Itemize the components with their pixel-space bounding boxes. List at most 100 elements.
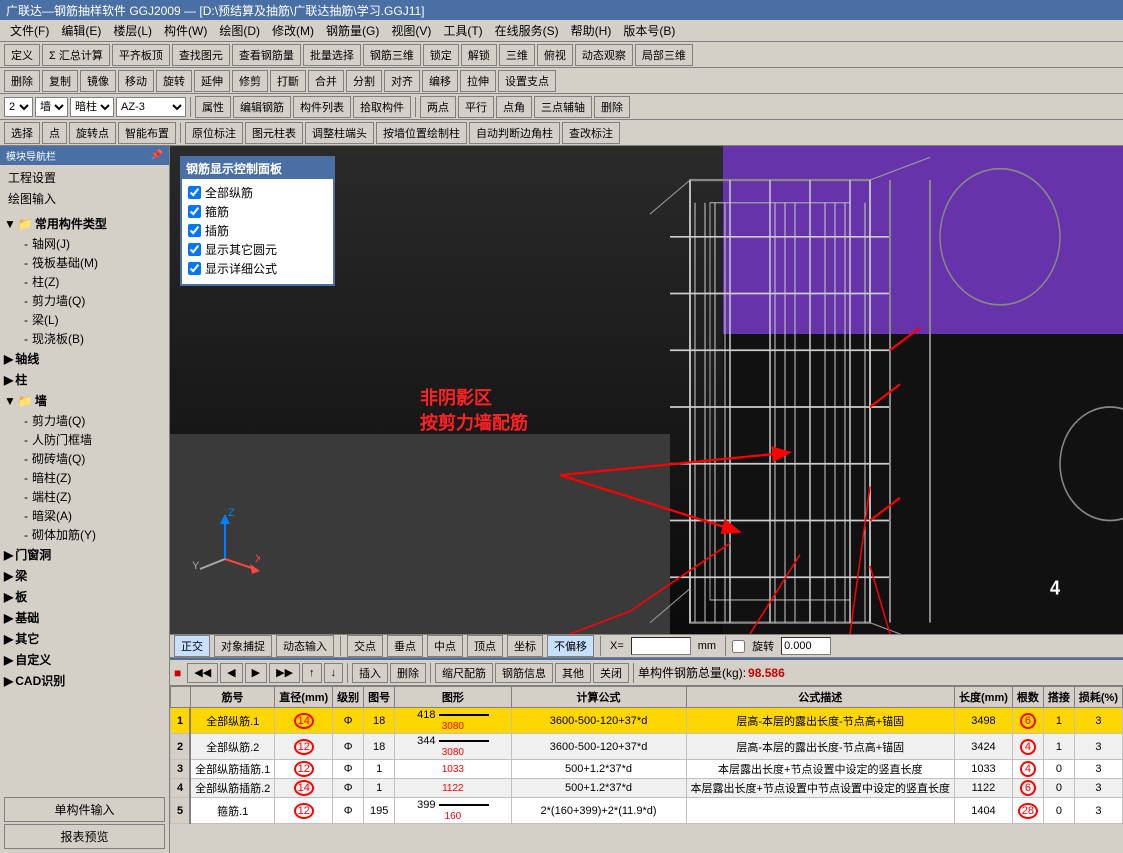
btn-properties[interactable]: 属性 bbox=[195, 96, 231, 118]
nav-end-col[interactable]: -端柱(Z) bbox=[20, 487, 165, 506]
menu-help[interactable]: 帮助(H) bbox=[565, 20, 618, 41]
check-all-longitudinal[interactable]: 全部纵筋 bbox=[188, 183, 327, 202]
btn-unlock[interactable]: 解锁 bbox=[461, 44, 497, 66]
btn-smart-place[interactable]: 智能布置 bbox=[118, 122, 176, 144]
nav-wall-header[interactable]: ▼ 📁 墙 bbox=[4, 390, 165, 411]
menu-tools[interactable]: 工具(T) bbox=[437, 20, 488, 41]
btn-stretch[interactable]: 拉伸 bbox=[460, 70, 496, 92]
btn-component-list[interactable]: 构件列表 bbox=[293, 96, 351, 118]
btn-single-component[interactable]: 单构件输入 bbox=[4, 797, 165, 822]
nav-beam-group[interactable]: ▶梁 bbox=[4, 565, 165, 586]
btn-snap[interactable]: 对象捕捉 bbox=[214, 635, 272, 657]
btn-merge[interactable]: 合并 bbox=[308, 70, 344, 92]
table-row[interactable]: 1全部纵筋.114Φ1841830803600-500-120+37*d层高-本… bbox=[171, 708, 1123, 734]
btn-close[interactable]: 关闭 bbox=[593, 663, 629, 683]
btn-midpoint[interactable]: 中点 bbox=[427, 635, 463, 657]
btn-define[interactable]: 定义 bbox=[4, 44, 40, 66]
btn-extend[interactable]: 延伸 bbox=[194, 70, 230, 92]
menu-rebar-qty[interactable]: 钢筋量(G) bbox=[320, 20, 385, 41]
btn-select[interactable]: 选择 bbox=[4, 122, 40, 144]
btn-delete[interactable]: 删除 bbox=[4, 70, 40, 92]
check-detailed-formula[interactable]: 显示详细公式 bbox=[188, 259, 327, 278]
menu-view[interactable]: 视图(V) bbox=[385, 20, 437, 41]
btn-no-offset[interactable]: 不偏移 bbox=[547, 635, 594, 657]
viewport[interactable]: 4 非阴影区 按剪力墙配筋 bbox=[170, 146, 1123, 634]
x-input[interactable] bbox=[631, 637, 691, 655]
nav-axis[interactable]: -轴网(J) bbox=[20, 234, 165, 253]
btn-down[interactable]: ↓ bbox=[324, 663, 344, 683]
btn-del-axis[interactable]: 删除 bbox=[594, 96, 630, 118]
check-insert-rebar[interactable]: 插筋 bbox=[188, 221, 327, 240]
btn-pick-component[interactable]: 拾取构件 bbox=[353, 96, 411, 118]
btn-dynamic-view[interactable]: 动态观察 bbox=[575, 44, 633, 66]
floor-select[interactable]: 213 bbox=[4, 97, 33, 117]
btn-3d[interactable]: 三维 bbox=[499, 44, 535, 66]
nav-pin-btn[interactable]: 📌 bbox=[151, 150, 163, 161]
btn-calculate[interactable]: Σ 汇总计算 bbox=[42, 44, 110, 66]
btn-dynamic-input[interactable]: 动态输入 bbox=[276, 635, 334, 657]
btn-rebar-info[interactable]: 钢筋信息 bbox=[495, 663, 553, 683]
btn-column-table[interactable]: 图元柱表 bbox=[245, 122, 303, 144]
btn-lock[interactable]: 锁定 bbox=[423, 44, 459, 66]
btn-original-mark[interactable]: 原位标注 bbox=[185, 122, 243, 144]
nav-draw-input[interactable]: 绘图输入 bbox=[4, 188, 165, 209]
nav-slab-group[interactable]: ▶板 bbox=[4, 586, 165, 607]
rotate-input[interactable] bbox=[781, 637, 831, 655]
nav-col-group[interactable]: ▶柱 bbox=[4, 369, 165, 390]
btn-next[interactable]: ▶ bbox=[245, 663, 267, 683]
table-row[interactable]: 5箍筋.112Φ1953991602*(160+399)+2*(11.9*d)1… bbox=[171, 798, 1123, 824]
nav-axis-group[interactable]: ▶轴线 bbox=[4, 348, 165, 369]
nav-masonry-rebar[interactable]: -砌体加筋(Y) bbox=[20, 525, 165, 544]
btn-set-pivot[interactable]: 设置支点 bbox=[498, 70, 556, 92]
btn-parallel[interactable]: 平行 bbox=[458, 96, 494, 118]
menu-component[interactable]: 构件(W) bbox=[158, 20, 213, 41]
btn-batch-select[interactable]: 批量选择 bbox=[303, 44, 361, 66]
btn-point-draw[interactable]: 点 bbox=[42, 122, 67, 144]
btn-view-rebar[interactable]: 查看钢筋量 bbox=[232, 44, 301, 66]
nav-cad-group[interactable]: ▶CAD识别 bbox=[4, 670, 165, 691]
rotate-checkbox[interactable] bbox=[732, 640, 745, 653]
nav-raft[interactable]: -筏板基础(M) bbox=[20, 253, 165, 272]
wall-type-select[interactable]: 墙 bbox=[35, 97, 68, 117]
btn-rotate-point[interactable]: 旋转点 bbox=[69, 122, 116, 144]
table-row[interactable]: 4全部纵筋插筋.214Φ11122500+1.2*37*d本层露出长度+节点设置… bbox=[171, 779, 1123, 798]
btn-last[interactable]: ▶▶ bbox=[269, 663, 300, 683]
btn-report-preview[interactable]: 报表预览 bbox=[4, 824, 165, 849]
btn-auto-column[interactable]: 按墙位置绘制柱 bbox=[376, 122, 467, 144]
btn-prev[interactable]: ◀ bbox=[220, 663, 242, 683]
nav-project-settings[interactable]: 工程设置 bbox=[4, 167, 165, 188]
btn-coordinate[interactable]: 坐标 bbox=[507, 635, 543, 657]
az-select[interactable]: AZ-3 bbox=[116, 97, 186, 117]
btn-scale-rebar[interactable]: 缩尺配筋 bbox=[435, 663, 493, 683]
menu-online[interactable]: 在线服务(S) bbox=[489, 20, 565, 41]
btn-delete-row[interactable]: 删除 bbox=[390, 663, 426, 683]
btn-split[interactable]: 分割 bbox=[346, 70, 382, 92]
btn-point-angle[interactable]: 点角 bbox=[496, 96, 532, 118]
btn-move[interactable]: 移动 bbox=[118, 70, 154, 92]
check-stirrup[interactable]: 箍筋 bbox=[188, 202, 327, 221]
nav-hidden-col[interactable]: -暗柱(Z) bbox=[20, 468, 165, 487]
table-row[interactable]: 3全部纵筋插筋.112Φ11033500+1.2*37*d本层露出长度+节点设置… bbox=[171, 760, 1123, 779]
btn-adjust-end[interactable]: 调整柱端头 bbox=[305, 122, 374, 144]
btn-vertex[interactable]: 顶点 bbox=[467, 635, 503, 657]
table-row[interactable]: 2全部纵筋.212Φ1834430803600-500-120+37*d层高-本… bbox=[171, 734, 1123, 760]
btn-top-view[interactable]: 俯视 bbox=[537, 44, 573, 66]
menu-file[interactable]: 文件(F) bbox=[4, 20, 55, 41]
btn-edit-rebar[interactable]: 编辑钢筋 bbox=[233, 96, 291, 118]
btn-copy[interactable]: 复制 bbox=[42, 70, 78, 92]
nav-shear-wall[interactable]: -剪力墙(Q) bbox=[20, 291, 165, 310]
btn-first[interactable]: ◀◀ bbox=[187, 663, 218, 683]
check-other-elements[interactable]: 显示其它圆元 bbox=[188, 240, 327, 259]
btn-two-point[interactable]: 两点 bbox=[420, 96, 456, 118]
btn-mirror[interactable]: 镜像 bbox=[80, 70, 116, 92]
menu-version[interactable]: 版本号(B) bbox=[617, 20, 681, 41]
btn-break[interactable]: 打斷 bbox=[270, 70, 306, 92]
btn-flat-top[interactable]: 平齐板顶 bbox=[112, 44, 170, 66]
nav-foundation-group[interactable]: ▶基础 bbox=[4, 607, 165, 628]
menu-modify[interactable]: 修改(M) bbox=[266, 20, 320, 41]
btn-perpendicular[interactable]: 垂点 bbox=[387, 635, 423, 657]
nav-other-group[interactable]: ▶其它 bbox=[4, 628, 165, 649]
btn-offset[interactable]: 编移 bbox=[422, 70, 458, 92]
btn-up[interactable]: ↑ bbox=[302, 663, 322, 683]
menu-draw[interactable]: 绘图(D) bbox=[213, 20, 266, 41]
